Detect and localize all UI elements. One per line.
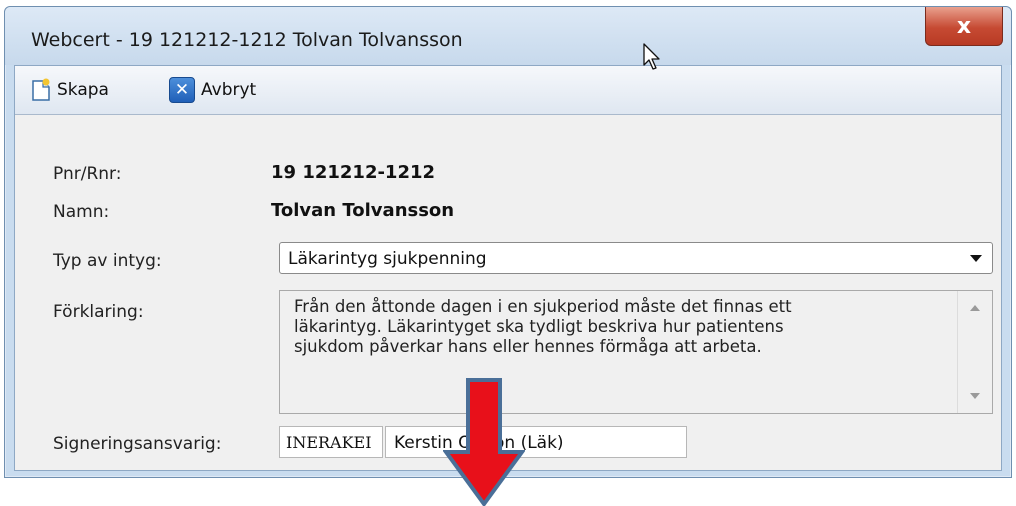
- create-button[interactable]: Skapa: [31, 76, 109, 104]
- create-button-label: Skapa: [57, 80, 109, 100]
- chevron-down-icon[interactable]: [970, 255, 982, 262]
- close-button[interactable]: x: [925, 7, 1003, 46]
- cancel-button[interactable]: ✕ Avbryt: [169, 76, 256, 104]
- mouse-pointer-icon: [643, 43, 660, 70]
- title-bar[interactable]: Webcert - 19 121212-1212 Tolvan Tolvanss…: [5, 7, 1011, 65]
- explanation-scrollbar[interactable]: [957, 291, 992, 413]
- name-label: Namn:: [53, 202, 110, 222]
- name-value: Tolvan Tolvansson: [271, 200, 455, 221]
- new-document-icon: [31, 78, 51, 102]
- toolbar: Skapa ✕ Avbryt: [15, 66, 1001, 115]
- explanation-line: Från den åttonde dagen i en sjukperiod m…: [294, 297, 792, 316]
- explanation-text[interactable]: Från den åttonde dagen i en sjukperiod m…: [279, 290, 993, 414]
- scroll-down-icon[interactable]: [970, 393, 980, 399]
- signer-label: Signeringsansvarig:: [53, 434, 222, 454]
- pnr-label: Pnr/Rnr:: [53, 164, 122, 184]
- cert-type-select[interactable]: Läkarintyg sjukpenning: [279, 242, 993, 274]
- cancel-x-icon: ✕: [169, 77, 195, 103]
- dialog-window: Webcert - 19 121212-1212 Tolvan Tolvanss…: [4, 6, 1012, 506]
- cert-type-selected: Läkarintyg sjukpenning: [288, 249, 487, 269]
- red-down-arrow-icon: [443, 378, 525, 506]
- signer-code-field[interactable]: INERAKEI: [279, 426, 383, 458]
- cert-type-label: Typ av intyg:: [53, 251, 162, 271]
- signer-name-field[interactable]: Kerstin Olsson (Läk): [385, 426, 687, 458]
- explanation-label: Förklaring:: [53, 302, 144, 322]
- scroll-up-icon[interactable]: [970, 305, 980, 311]
- explanation-line: läkarintyg. Läkarintyget ska tydligt bes…: [294, 317, 784, 336]
- close-icon: x: [956, 13, 972, 39]
- dialog-content: Skapa ✕ Avbryt Pnr/Rnr: 19 121212-1212 N…: [14, 65, 1002, 506]
- explanation-line: sjukdom påverkar hans eller hennes förmå…: [294, 337, 762, 356]
- cancel-button-label: Avbryt: [201, 80, 257, 100]
- pnr-value: 19 121212-1212: [271, 162, 436, 183]
- window-title: Webcert - 19 121212-1212 Tolvan Tolvanss…: [31, 29, 463, 51]
